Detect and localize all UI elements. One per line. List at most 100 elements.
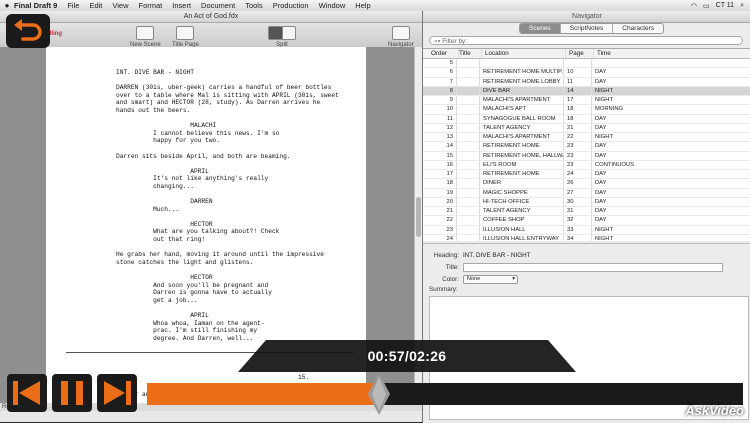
cell-time: NIGHT — [595, 97, 614, 103]
cell-location: MALACHI'S APT — [480, 105, 564, 114]
split-button[interactable]: Split — [268, 26, 296, 48]
column-header-page[interactable]: Page — [566, 49, 594, 58]
cell-location: DINER — [480, 179, 564, 188]
back-button[interactable] — [6, 14, 50, 48]
tab-characters[interactable]: Characters — [613, 24, 663, 33]
wifi-icon[interactable]: ◠ — [691, 2, 697, 10]
table-row[interactable]: 10 MALACHI'S APT 18 MORNING — [423, 105, 750, 115]
title-page-button[interactable]: Title Page — [172, 26, 199, 48]
cell-time: DAY — [595, 152, 607, 159]
table-row[interactable]: 20 HI-TECH OFFICE 30 DAY — [423, 197, 750, 207]
cell-time: NIGHT — [595, 226, 614, 233]
table-row[interactable]: 21 TALENT AGENCY 31 DAY — [423, 207, 750, 217]
scene-table-header: Order Title Location Page Time — [423, 49, 750, 59]
cell-order: 12 — [429, 123, 457, 132]
cell-order: 6 — [429, 68, 457, 77]
table-row[interactable]: 22 COFFEE SHOP 32 DAY — [423, 216, 750, 226]
menu-item[interactable]: File — [67, 1, 79, 10]
tab-scriptnotes[interactable]: ScriptNotes — [561, 24, 614, 33]
table-row[interactable]: 8 DIVE BAR 14 NIGHT — [423, 86, 750, 96]
menubar-status: ◠ ▭ CT 11 ⌕ — [691, 2, 750, 10]
table-row[interactable]: 23 ILLUSION HALL 33 NIGHT — [423, 225, 750, 235]
tab-scenes[interactable]: Scenes — [520, 24, 561, 33]
menu-item[interactable]: Window — [319, 1, 346, 10]
search-icon[interactable]: ⌕ — [740, 2, 744, 10]
color-select[interactable]: None ▾ — [463, 275, 518, 284]
cell-time: DAY — [595, 217, 607, 224]
cell-page: 23 — [564, 142, 592, 151]
cell-location: ELI'S ROOM — [480, 160, 564, 169]
battery-icon[interactable]: ▭ — [703, 2, 710, 10]
table-row[interactable]: 13 MALACHI'S APARTMENT 22 NIGHT — [423, 133, 750, 143]
table-row[interactable]: 9 MALACHI'S APARTMENT 17 NIGHT — [423, 96, 750, 106]
pause-button[interactable] — [52, 374, 92, 412]
table-row[interactable]: 7 RETIREMENT HOME LOBBY 11 DAY — [423, 77, 750, 87]
cell-title — [457, 114, 480, 123]
table-row[interactable]: 17 RETIREMENT HOME 24 DAY — [423, 170, 750, 180]
menu-item[interactable]: Production — [273, 1, 309, 10]
menu-item[interactable]: Tools — [245, 1, 263, 10]
table-row[interactable]: 14 RETIREMENT HOME 23 DAY — [423, 142, 750, 152]
column-header-location[interactable]: Location — [482, 49, 566, 58]
cell-location: HI-TECH OFFICE — [480, 197, 564, 206]
table-row[interactable]: 5 — [423, 59, 750, 69]
scrollbar-thumb[interactable] — [416, 197, 421, 237]
summary-label: Summary: — [429, 286, 458, 293]
menu-item[interactable]: Edit — [89, 1, 102, 10]
table-row[interactable]: 19 MAGIC SHOPPE 27 DAY — [423, 188, 750, 198]
cell-order: 9 — [429, 96, 457, 105]
new-scene-button[interactable]: New Scene — [130, 26, 161, 48]
cell-title — [457, 86, 480, 95]
skip-back-button[interactable] — [7, 374, 47, 412]
cell-page: 21 — [564, 123, 592, 132]
column-header-time[interactable]: Time — [594, 49, 657, 58]
cell-time: NIGHT — [595, 235, 614, 241]
scene-title-field[interactable] — [463, 263, 723, 272]
cell-page: 23 — [564, 160, 592, 169]
cell-location: SYNAGOGUE BALL ROOM — [480, 114, 564, 123]
cell-order: 11 — [429, 114, 457, 123]
scene-table: Order Title Location Page Time 5 6 RETIREMENT … — [423, 48, 750, 241]
column-header-order[interactable]: Order — [429, 49, 459, 58]
cell-page: 27 — [564, 188, 592, 197]
menu-item[interactable]: Final Draft 9 — [14, 1, 57, 10]
menu-item[interactable]: Format — [139, 1, 163, 10]
toolbar-illing-label[interactable]: illing — [48, 31, 62, 37]
menu-item[interactable]: View — [112, 1, 128, 10]
menu-item[interactable]: Help — [355, 1, 370, 10]
cell-title — [457, 160, 480, 169]
menu-item[interactable]: Document — [201, 1, 235, 10]
progress-fill — [147, 383, 380, 405]
table-row[interactable]: 15 RETIREMENT HOME, HALLWAY 23 DAY — [423, 151, 750, 161]
table-row[interactable]: 24 ILLUSION HALL ENTRYWAY 34 NIGHT — [423, 234, 750, 241]
table-row[interactable]: 12 TALENT AGENCY 21 DAY — [423, 123, 750, 133]
toolbar: illing New Scene Title Page Split Naviga… — [0, 23, 422, 50]
cell-time — [592, 59, 655, 67]
window-title: An Act of God.fdx — [0, 11, 422, 23]
cell-order: 10 — [429, 105, 457, 114]
cell-order: 5 — [429, 59, 457, 68]
table-row[interactable]: 16 ELI'S ROOM 23 CONTINUOUS — [423, 160, 750, 170]
table-row[interactable]: 11 SYNAGOGUE BALL ROOM 18 DAY — [423, 114, 750, 124]
cell-order: 18 — [429, 179, 457, 188]
script-text[interactable]: INT. DIVE BAR - NIGHT DARREN (30is, uber… — [116, 69, 339, 342]
progress-knob[interactable] — [368, 373, 391, 415]
table-row[interactable]: 18 DINER 26 DAY — [423, 179, 750, 189]
menu-item[interactable]: Insert — [172, 1, 191, 10]
cell-page: 24 — [564, 170, 592, 179]
scene-table-body: 5 6 RETIREMENT HOME MULTIP... 10 DAY 7 RETIREM… — [423, 59, 750, 241]
cell-title — [457, 197, 480, 206]
apple-menu-icon[interactable]: ● — [0, 1, 14, 10]
cell-title — [457, 123, 480, 132]
skip-forward-button[interactable] — [97, 374, 137, 412]
progress-bar[interactable] — [147, 373, 743, 415]
navigator-button[interactable]: Navigator — [388, 26, 414, 48]
cell-time: CONTINUOUS — [595, 161, 634, 168]
cell-page: 32 — [564, 216, 592, 225]
column-header-title[interactable]: Title — [459, 49, 482, 58]
cell-title — [457, 216, 480, 225]
brand-watermark: AskVideo — [685, 403, 744, 418]
navigator-tabs: Scenes ScriptNotes Characters — [519, 23, 665, 34]
filter-input[interactable]: ⌕▾ Filter by: — [429, 36, 743, 45]
table-row[interactable]: 6 RETIREMENT HOME MULTIP... 10 DAY — [423, 68, 750, 78]
